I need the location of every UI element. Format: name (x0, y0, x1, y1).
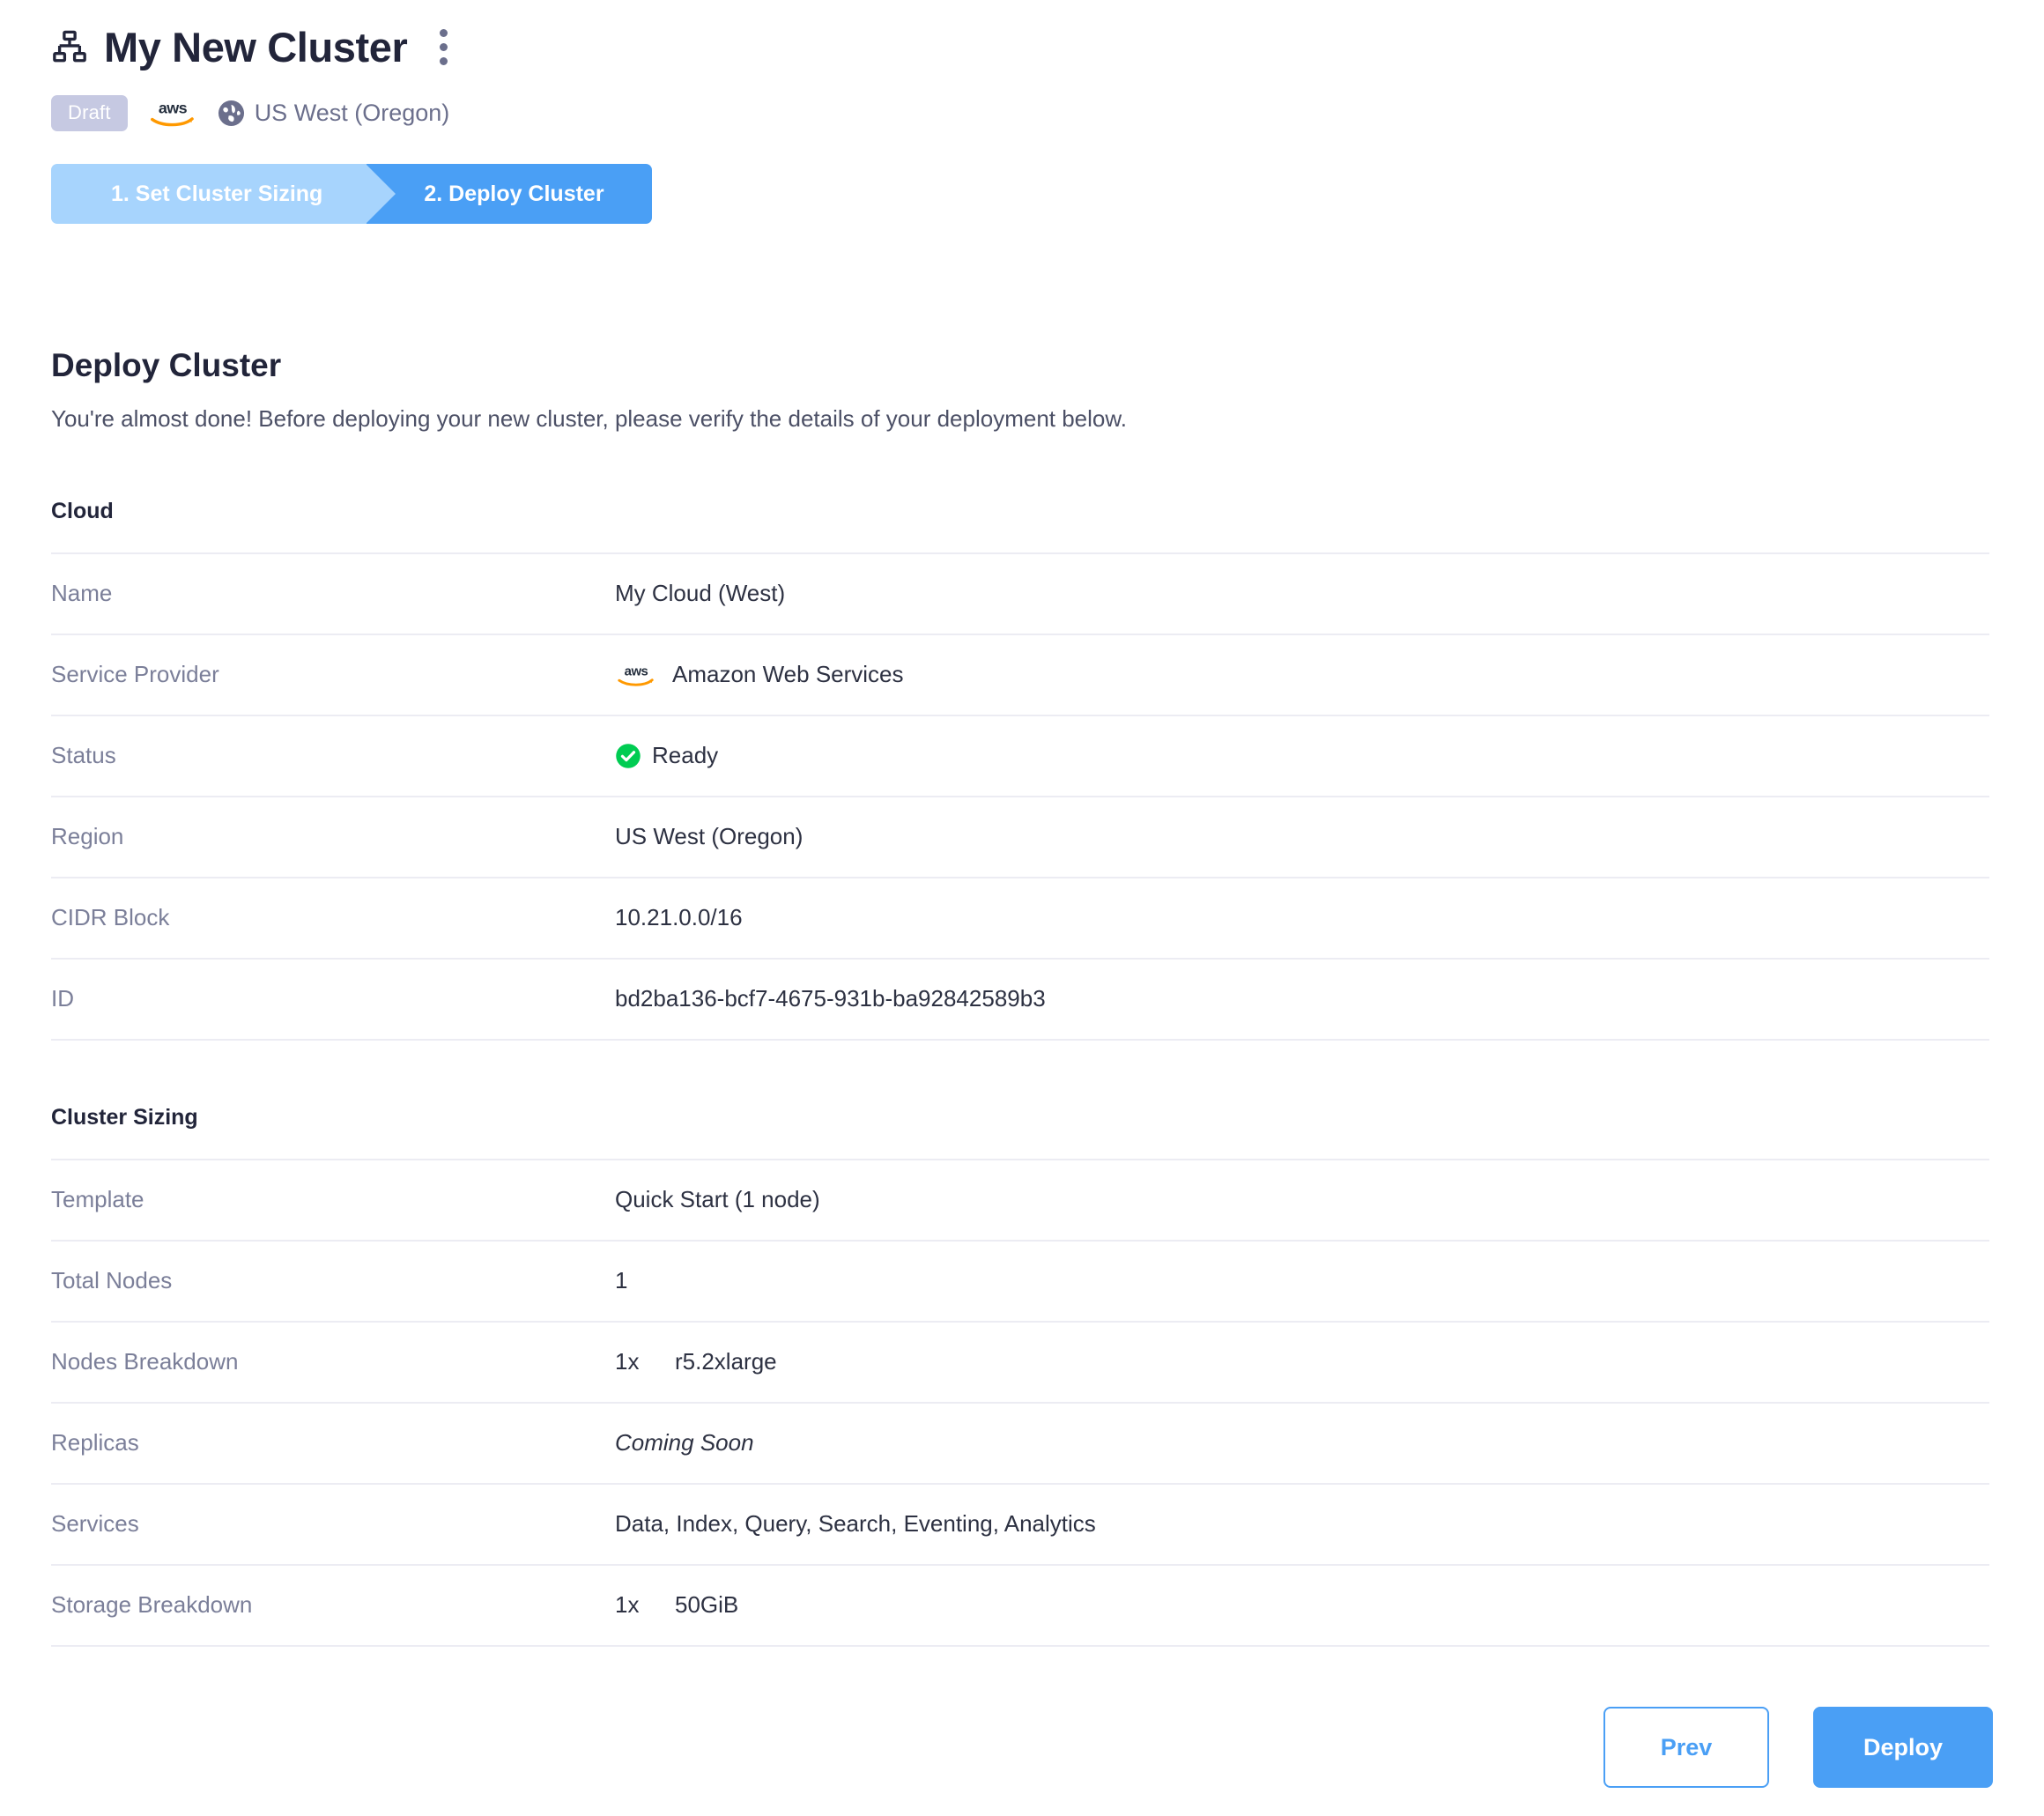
row-label: Service Provider (51, 633, 615, 715)
prev-button[interactable]: Prev (1603, 1707, 1769, 1788)
meta-row: Draft aws US West (Oregon) (51, 93, 2044, 132)
step-label: 1. Set Cluster Sizing (111, 181, 323, 206)
group-heading-cloud: Cloud (51, 498, 114, 523)
row-value: 10.21.0.0/16 (615, 876, 1989, 959)
deploy-cluster-page: My New Cluster Draft aws US West (Oregon… (0, 0, 2044, 1816)
wizard-steps: 1. Set Cluster Sizing 2. Deploy Cluster (51, 164, 756, 224)
table-row: CIDR Block 10.21.0.0/16 (51, 876, 1989, 959)
row-label: Replicas (51, 1401, 615, 1484)
cloud-details-table: Name My Cloud (West) Service Provider aw… (51, 552, 1989, 1041)
row-quantity: 1x (615, 1591, 640, 1619)
row-value: Ready (652, 742, 719, 769)
table-row: Nodes Breakdown 1x r5.2xlarge (51, 1320, 1989, 1403)
row-label: Nodes Breakdown (51, 1320, 615, 1403)
row-value: Data, Index, Query, Search, Eventing, An… (615, 1482, 1989, 1565)
row-label: Region (51, 795, 615, 878)
sitemap-icon (51, 28, 88, 65)
row-label: ID (51, 957, 615, 1041)
row-label: CIDR Block (51, 876, 615, 959)
page-title: My New Cluster (104, 23, 408, 70)
row-label: Total Nodes (51, 1239, 615, 1322)
row-value-cell: Ready (615, 714, 1989, 797)
kebab-dot (439, 56, 448, 65)
aws-logo-icon: aws (147, 98, 198, 128)
group-heading-cluster-sizing: Cluster Sizing (51, 1104, 198, 1130)
row-value: Amazon Web Services (672, 661, 904, 688)
deploy-button[interactable]: Deploy (1813, 1707, 1993, 1788)
page-header: My New Cluster Draft aws US West (Oregon… (0, 0, 2044, 224)
row-value-cell: 1x 50GiB (615, 1563, 1989, 1647)
status-badge: Draft (51, 94, 128, 131)
row-label: Storage Breakdown (51, 1563, 615, 1647)
row-value: bd2ba136-bcf7-4675-931b-ba92842589b3 (615, 957, 1989, 1041)
row-value: Coming Soon (615, 1401, 1989, 1484)
row-label: Services (51, 1482, 615, 1565)
row-value: r5.2xlarge (675, 1348, 777, 1375)
svg-text:aws: aws (625, 664, 648, 678)
row-label: Name (51, 552, 615, 634)
region-label: US West (Oregon) (254, 99, 450, 126)
table-row: Template Quick Start (1 node) (51, 1158, 1989, 1241)
row-value: US West (Oregon) (615, 795, 1989, 878)
table-row: Services Data, Index, Query, Search, Eve… (51, 1482, 1989, 1565)
row-value-cell: 1x r5.2xlarge (615, 1320, 1989, 1403)
step-label: 2. Deploy Cluster (424, 181, 604, 206)
table-row: Region US West (Oregon) (51, 795, 1989, 878)
status-ready-check-icon (615, 743, 641, 769)
table-row: Name My Cloud (West) (51, 552, 1989, 634)
region-indicator: US West (Oregon) (218, 99, 450, 127)
table-row: Replicas Coming Soon (51, 1401, 1989, 1484)
cluster-sizing-table: Template Quick Start (1 node) Total Node… (51, 1158, 1989, 1647)
table-row: ID bd2ba136-bcf7-4675-931b-ba92842589b3 (51, 957, 1989, 1041)
row-value: My Cloud (West) (615, 552, 1989, 634)
globe-icon (218, 100, 245, 127)
table-row: Storage Breakdown 1x 50GiB (51, 1563, 1989, 1647)
row-value: 1 (615, 1239, 1989, 1322)
table-row: Status Ready (51, 714, 1989, 797)
main-content: Deploy Cluster You're almost done! Befor… (0, 349, 2044, 1647)
footer-actions: Prev Deploy (1603, 1707, 1993, 1788)
table-row: Total Nodes 1 (51, 1239, 1989, 1322)
row-quantity: 1x (615, 1348, 640, 1375)
row-label: Status (51, 714, 615, 797)
aws-logo-icon: aws (615, 663, 657, 687)
row-value-cell: aws Amazon Web Services (615, 633, 1989, 715)
section-subtitle: You're almost done! Before deploying you… (51, 405, 1127, 432)
kebab-dot (439, 42, 448, 51)
title-row: My New Cluster (51, 19, 2044, 74)
row-label: Template (51, 1158, 615, 1241)
svg-text:aws: aws (159, 100, 188, 117)
section-title: Deploy Cluster (51, 347, 282, 383)
row-value: 50GiB (675, 1591, 739, 1619)
kebab-dot (439, 28, 448, 37)
row-value: Quick Start (1 node) (615, 1158, 1989, 1241)
step-set-cluster-sizing[interactable]: 1. Set Cluster Sizing (51, 164, 396, 224)
table-row: Service Provider aws Amazon Web Services (51, 633, 1989, 715)
kebab-menu-icon[interactable] (428, 27, 458, 66)
step-deploy-cluster[interactable]: 2. Deploy Cluster (366, 164, 652, 224)
